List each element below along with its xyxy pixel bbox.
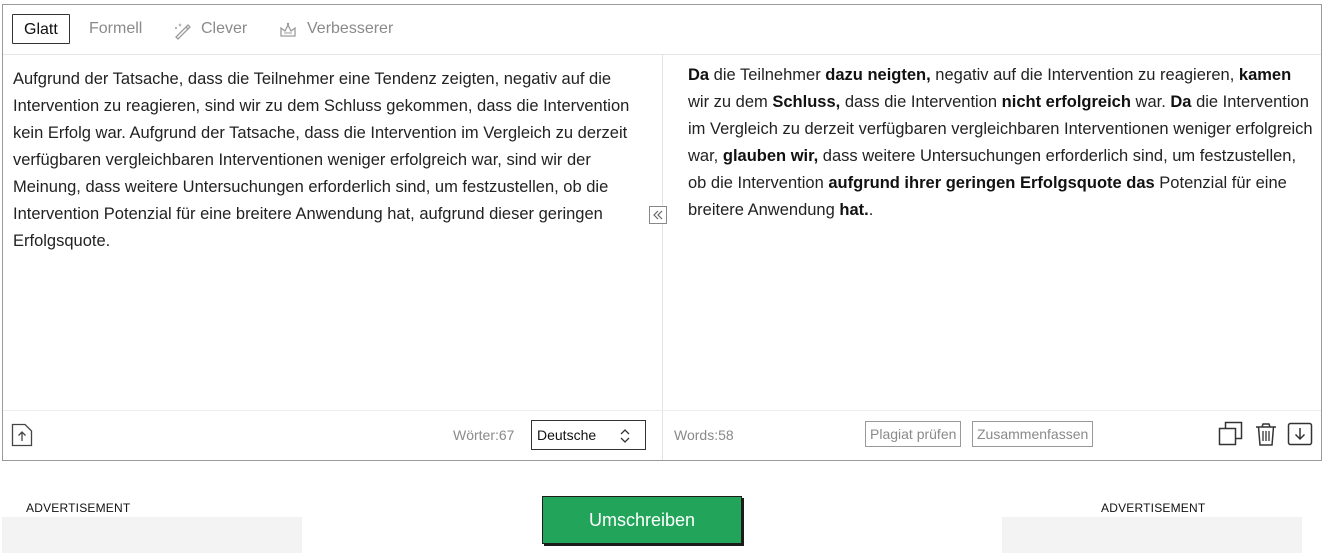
output-changed-segment: Da xyxy=(688,66,710,84)
tab-clever-label: Clever xyxy=(201,20,248,37)
output-segment: dass die Intervention xyxy=(840,93,1002,111)
tab-formell-label: Formell xyxy=(89,20,143,37)
chevron-updown-icon xyxy=(620,429,630,443)
ad-slot-right xyxy=(1002,517,1302,553)
output-changed-segment: hat. xyxy=(839,201,869,219)
upload-button[interactable] xyxy=(11,423,33,447)
copy-button[interactable] xyxy=(1218,421,1244,447)
footer-divider xyxy=(3,410,1321,411)
tab-verbesserer-label: Verbesserer xyxy=(307,20,394,37)
output-changed-segment: glauben wir, xyxy=(722,147,819,165)
plagiarism-check-button[interactable]: Plagiat prüfen xyxy=(865,421,962,447)
input-word-count: Wörter:67 xyxy=(453,427,515,443)
language-select-value: Deutsche xyxy=(537,427,597,443)
ad-slot-left xyxy=(2,517,302,553)
input-text[interactable]: Aufgrund der Tatsache, dass die Teilnehm… xyxy=(13,66,658,255)
tab-clever[interactable]: Clever xyxy=(173,14,253,44)
output-segment: negativ auf die Intervention zu reagiere… xyxy=(930,66,1239,84)
language-select[interactable]: Deutsche xyxy=(531,420,646,450)
output-changed-segment: kamen xyxy=(1238,66,1292,84)
pen-sparkle-icon xyxy=(175,23,191,40)
copy-icon xyxy=(1218,421,1243,446)
output-pane: Da die Teilnehmer dazu neigten, negativ … xyxy=(663,54,1321,411)
rewrite-button[interactable]: Umschreiben xyxy=(542,496,742,544)
download-button[interactable] xyxy=(1287,421,1313,447)
crown-icon xyxy=(280,22,296,37)
output-changed-segment: aufgrund ihrer geringen Erfolgsquote das xyxy=(828,174,1155,192)
paraphrase-tool: Glatt Formell Clever Verbesserer Aufgrun… xyxy=(2,4,1322,461)
tab-glatt-label: Glatt xyxy=(24,21,58,38)
output-word-count: Words:58 xyxy=(674,427,734,443)
ad-label-right: ADVERTISEMENT xyxy=(1101,501,1206,515)
output-segment: war. xyxy=(1130,93,1171,111)
upload-file-icon xyxy=(11,423,33,447)
output-changed-segment: Da xyxy=(1170,93,1192,111)
output-changed-segment: dazu neigten, xyxy=(825,66,931,84)
summarize-button[interactable]: Zusammenfassen xyxy=(972,421,1094,447)
delete-button[interactable] xyxy=(1253,421,1279,447)
output-segment: wir zu dem xyxy=(688,93,773,111)
ad-label-left: ADVERTISEMENT xyxy=(26,501,131,515)
output-text[interactable]: Da die Teilnehmer dazu neigten, negativ … xyxy=(688,62,1313,224)
output-segment: . xyxy=(868,201,874,219)
output-changed-segment: nicht erfolgreich xyxy=(1001,93,1131,111)
trash-icon xyxy=(1256,423,1276,446)
tab-glatt[interactable]: Glatt xyxy=(12,14,70,44)
output-changed-segment: Schluss, xyxy=(772,93,841,111)
tab-formell[interactable]: Formell xyxy=(89,14,142,44)
output-segment: die Teilnehmer xyxy=(709,66,826,84)
tab-verbesserer[interactable]: Verbesserer xyxy=(278,14,398,44)
download-icon xyxy=(1287,422,1313,446)
input-pane: Aufgrund der Tatsache, dass die Teilnehm… xyxy=(3,54,662,411)
mode-tabbar: Glatt Formell Clever Verbesserer xyxy=(3,5,1321,55)
